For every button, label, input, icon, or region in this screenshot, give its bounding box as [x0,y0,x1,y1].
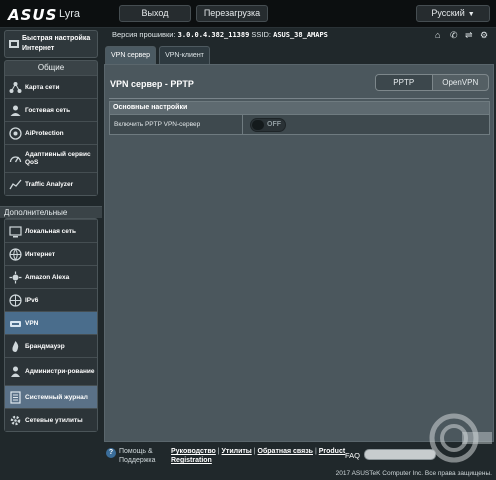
sidebar-item-network-map[interactable]: Карта сети [5,75,97,98]
guest-network-icon [10,105,21,116]
manual-link[interactable]: Руководство [171,448,216,455]
model-name: Lyra [59,8,80,20]
sidebar-item-network-tools[interactable]: Сетевые утилиты [5,408,97,431]
sidebar-item-label: Брандмауэр [25,342,65,350]
sidebar-item-label: Сетевые утилиты [25,416,83,424]
lan-icon [9,226,22,238]
sidebar-item-label: Traffic Analyzer [25,180,74,188]
sidebar: Быстрая настройка Интернет Общие Карта с… [0,28,102,456]
sidebar-item-label: Интернет [25,250,56,258]
sidebar-item-label: Адаптивный сервис QoS [25,151,91,166]
watermark-logo [429,413,492,463]
sidebar-item-firewall[interactable]: Брандмауэр [5,334,97,357]
segment-pptp[interactable]: PPTP [376,75,433,90]
copyright: 2017 ASUSTeK Computer Inc. Все права защ… [335,470,492,477]
divider [109,98,489,99]
sidebar-item-label: Локальная сеть [25,227,76,235]
toggle-state: OFF [267,121,281,128]
content-panel: VPN сервер - PPTP PPTP OpenVPN Основные … [104,64,494,442]
tab-vpn-server[interactable]: VPN сервер [105,46,157,64]
footer-links: Руководство | Утилиты | Обратная связь |… [171,447,347,465]
general-section: Общие Карта сети Гостевая сеть AiProtect… [4,60,98,196]
sidebar-item-wan[interactable]: Интернет [5,242,97,265]
sidebar-item-aiprotection[interactable]: AiProtection [5,121,97,144]
firmware-value[interactable]: 3.0.0.4.382_11389 [178,31,250,39]
quick-setup-label: Быстрая настройка Интернет [22,35,91,52]
vpn-icon [10,321,21,327]
network-map-icon [9,82,22,93]
network-tools-icon [10,415,21,426]
enable-pptp-toggle[interactable]: OFF [250,118,286,132]
quick-setup-icon [9,40,19,48]
advanced-section: Локальная сеть Интернет Amazon Alexa IPv… [4,218,98,432]
help-icon: ? [106,448,116,458]
segment-openvpn[interactable]: OpenVPN [433,75,489,90]
tab-bar: VPN сервер VPN-клиент [105,46,210,64]
sidebar-item-vpn[interactable]: VPN [5,311,97,334]
sidebar-item-label: IPv6 [25,296,39,304]
sidebar-item-label: AiProtection [25,129,64,137]
reboot-button[interactable]: Перезагрузка [196,5,268,22]
utilities-link[interactable]: Утилиты [222,448,252,455]
sidebar-item-qos[interactable]: Адаптивный сервис QoS [5,144,97,172]
qos-icon [9,156,22,163]
firmware-label: Версия прошивки: [112,30,176,39]
chevron-down-icon: ▼ [467,11,475,18]
firmware-info: Версия прошивки: 3.0.0.4.382_11389 SSID:… [112,30,328,39]
vpn-type-switch: PPTP OpenVPN [375,74,489,91]
ssid-value: ASUS_38_AMAPS [273,31,328,39]
sidebar-item-label: VPN [25,319,39,327]
operation-mode-icon[interactable]: ⌂ [435,30,445,40]
app-icon[interactable]: ✆ [450,30,460,40]
section-header: Основные настройки [110,102,489,114]
help-label: Помощь & Поддержка [119,448,156,464]
page-title: VPN сервер - PPTP [110,79,194,89]
alexa-icon [9,271,22,284]
sidebar-item-syslog[interactable]: Системный журнал [5,385,97,408]
ssid-label: SSID: [251,30,272,39]
aiprotection-icon [9,127,22,140]
logout-button[interactable]: Выход [119,5,191,22]
language-label: Русский [431,8,465,18]
admin-icon [11,366,20,377]
sidebar-item-guest-network[interactable]: Гостевая сеть [5,98,97,121]
ipv6-icon [9,294,22,307]
usb-icon[interactable]: ⇌ [465,30,475,40]
sidebar-item-label: Гостевая сеть [25,106,71,114]
tab-vpn-client[interactable]: VPN-клиент [159,46,210,64]
lyra-app-icon[interactable]: ⚙ [480,30,490,40]
sidebar-item-label: Карта сети [25,83,60,91]
toggle-knob [252,120,264,130]
sidebar-item-ipv6[interactable]: IPv6 [5,288,97,311]
advanced-title: Дополнительные настройки [0,206,102,229]
column-divider [242,115,243,135]
status-icons: ⌂ ✆ ⇌ ⚙ [435,30,490,40]
sidebar-item-label: Amazon Alexa [25,273,70,281]
top-bar: ASUS Lyra Выход Перезагрузка Русский ▼ [0,0,496,28]
language-select[interactable]: Русский ▼ [416,5,490,22]
settings-table: Основные настройки Включить PPTP VPN-сер… [109,101,490,135]
asus-logo: ASUS [8,6,58,24]
sidebar-item-administration[interactable]: Администри-рование [5,357,97,385]
sidebar-item-traffic-analyzer[interactable]: Traffic Analyzer [5,172,97,195]
enable-pptp-label: Включить PPTP VPN-сервер [114,121,201,128]
firewall-icon [12,341,19,352]
general-title: Общие [37,63,65,72]
syslog-icon [10,391,21,404]
sidebar-item-lan[interactable]: Локальная сеть [5,219,97,242]
sidebar-item-label: Системный журнал [25,393,88,401]
feedback-link[interactable]: Обратная связь [258,448,314,455]
table-row: Включить PPTP VPN-сервер OFF [110,114,489,135]
faq-label: FAQ [345,451,361,460]
sidebar-item-alexa[interactable]: Amazon Alexa [5,265,97,288]
traffic-analyzer-icon [9,179,22,190]
sidebar-item-label: Администри-рование [25,368,95,375]
wan-icon [9,248,22,261]
quick-setup-button[interactable]: Быстрая настройка Интернет [4,30,98,58]
